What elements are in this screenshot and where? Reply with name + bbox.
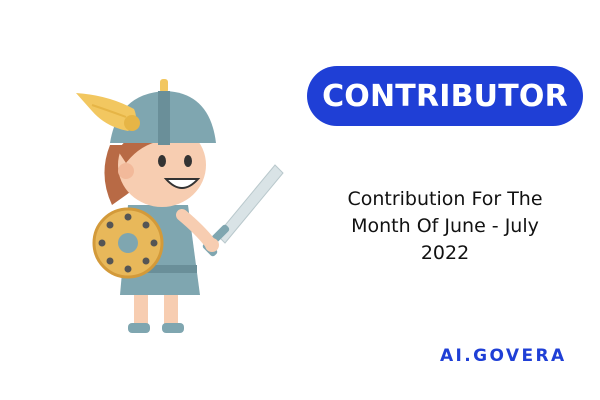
warrior-girl-illustration xyxy=(76,79,284,333)
contributor-card: CONTRIBUTOR Contribution For The Month O… xyxy=(0,0,600,400)
contribution-period-text: Contribution For The Month Of June - Jul… xyxy=(300,186,590,267)
badge-label: CONTRIBUTOR xyxy=(322,78,568,114)
wing-icon xyxy=(76,93,140,131)
subtitle-line-3: 2022 xyxy=(420,242,470,264)
subtitle-line-1: Contribution For The xyxy=(347,188,543,210)
shield-icon xyxy=(92,207,164,279)
contributor-badge: CONTRIBUTOR xyxy=(307,66,583,126)
subtitle-line-2: Month Of June - July xyxy=(351,215,539,237)
ai-govera-logo: AI.GOVERA xyxy=(440,346,567,366)
legs xyxy=(128,295,184,333)
